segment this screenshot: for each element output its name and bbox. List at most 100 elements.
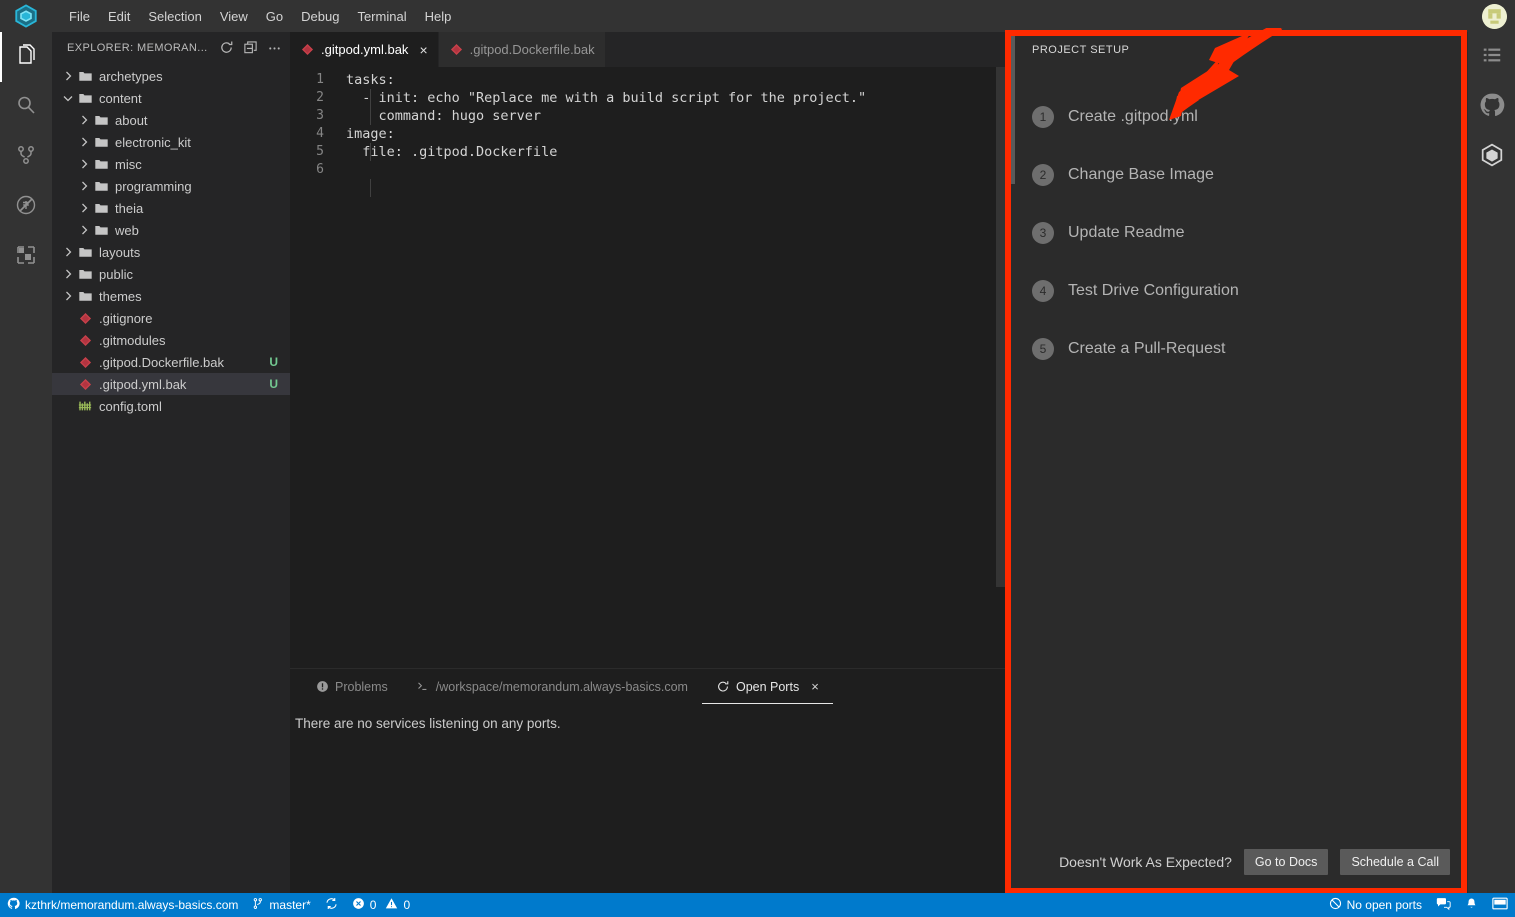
right-item-github[interactable] [1468,82,1515,132]
toml-file-icon [76,399,94,413]
setup-step-1[interactable]: 1 Create .gitpod.yml [1010,88,1468,146]
line-number: 3 [316,108,324,123]
chevron-right-icon[interactable] [76,109,92,131]
status-error-count: 0 [369,898,377,912]
close-icon[interactable]: × [811,679,819,694]
menu-go[interactable]: Go [257,5,292,28]
activity-item-extensions[interactable] [0,232,52,282]
folder-icon [92,201,110,216]
chevron-right-icon[interactable] [60,65,76,87]
tree-item-gitpod-dockerfile-bak[interactable]: .gitpod.Dockerfile.bak U [52,351,290,373]
tree-item-content[interactable]: content [52,87,290,109]
menu-selection[interactable]: Selection [139,5,210,28]
yaml-file-icon [301,43,314,56]
right-item-gitpod[interactable] [1468,132,1515,182]
menu-debug[interactable]: Debug [292,5,348,28]
menu-edit[interactable]: Edit [99,5,139,28]
activity-item-debug[interactable] [0,182,52,232]
schedule-a-call-button[interactable]: Schedule a Call [1340,849,1450,875]
editor-content[interactable]: 1 tasks: 2 - init: echo "Replace me with a… [290,67,1010,668]
ellipsis-icon[interactable] [267,40,282,55]
collapse-all-icon[interactable] [243,40,258,55]
tree-item-gitmodules[interactable]: .gitmodules [52,329,290,351]
chevron-right-icon[interactable] [60,285,76,307]
refresh-icon[interactable] [219,40,234,55]
chevron-right-icon[interactable] [76,131,92,153]
tree-item-themes[interactable]: themes [52,285,290,307]
menu-terminal[interactable]: Terminal [348,5,415,28]
chevron-right-icon[interactable] [60,263,76,285]
project-setup-panel: PROJECT SETUP 1 Create .gitpod.yml 2 Change… [1010,32,1468,893]
editor-scrollbar[interactable] [996,67,1010,668]
tree-item-theia[interactable]: theia [52,197,290,219]
tree-item-config-toml[interactable]: config.toml [52,395,290,417]
tree-item-public[interactable]: public [52,263,290,285]
tree-item-label: themes [99,288,142,304]
tree-item-gitpod-yml-bak[interactable]: .gitpod.yml.bak U [52,373,290,395]
panel-tab-problems[interactable]: Problems [302,669,402,704]
menu-help[interactable]: Help [416,5,461,28]
chevron-right-icon[interactable] [76,153,92,175]
indent-guide [370,179,371,197]
editor-scrollbar-thumb[interactable] [996,67,1010,587]
setup-step-4[interactable]: 4 Test Drive Configuration [1010,262,1468,320]
panel-tab-label: Open Ports [735,679,800,694]
status-feedback[interactable] [1429,893,1458,917]
folder-icon [92,135,110,150]
status-bar-left: kzthrk/memorandum.always-basics.com mast… [0,893,417,917]
panel-tab-open-ports[interactable]: Open Ports × [702,669,833,704]
folder-icon [76,289,94,304]
activity-item-search[interactable] [0,82,52,132]
status-layout[interactable] [1485,893,1515,917]
setup-scrollbar-thumb[interactable] [1010,32,1015,184]
activity-item-explorer[interactable] [0,32,52,82]
source-control-icon [14,143,38,172]
chevron-down-icon[interactable] [60,87,76,109]
git-file-icon [76,378,94,391]
activity-item-source-control[interactable] [0,132,52,182]
editor-tab-gitpod-yml-bak[interactable]: .gitpod.yml.bak × [290,32,439,67]
editor-tab-gitpod-dockerfile-bak[interactable]: .gitpod.Dockerfile.bak [438,32,606,67]
status-bar-right: No open ports [1322,893,1515,917]
panel-tab-workspace-memorandum-always-basics-com[interactable]: /workspace/memorandum.always-basics.com [402,669,702,704]
status-notifications[interactable] [1458,893,1485,917]
tree-item-about[interactable]: about [52,109,290,131]
setup-scrollbar[interactable] [1010,32,1015,893]
explorer-sidebar: EXPLORER: MEMORAN... archetypes content … [52,32,290,893]
status-remote-repo[interactable]: kzthrk/memorandum.always-basics.com [0,893,245,917]
tree-item-electronic-kit[interactable]: electronic_kit [52,131,290,153]
tree-item-misc[interactable]: misc [52,153,290,175]
chevron-right-icon[interactable] [76,197,92,219]
chevron-right-icon[interactable] [76,219,92,241]
setup-step-5[interactable]: 5 Create a Pull-Request [1010,320,1468,378]
setup-step-3[interactable]: 3 Update Readme [1010,204,1468,262]
comment-icon [1436,897,1451,914]
tree-item-gitignore[interactable]: .gitignore [52,307,290,329]
status-errors-warnings[interactable]: 0 0 [345,893,417,917]
ports-refresh-icon [716,680,730,693]
menu-view[interactable]: View [211,5,257,28]
tree-item-programming[interactable]: programming [52,175,290,197]
status-branch[interactable]: master* [245,893,317,917]
tree-item-label: layouts [99,244,141,260]
tree-item-archetypes[interactable]: archetypes [52,65,290,87]
user-avatar[interactable] [1482,4,1507,29]
step-label: Change Base Image [1068,166,1214,183]
go-to-docs-button[interactable]: Go to Docs [1243,849,1329,875]
chevron-right-icon[interactable] [60,241,76,263]
chevron-right-icon[interactable] [76,175,92,197]
menu-file[interactable]: File [60,5,99,28]
right-item-outline[interactable] [1468,32,1515,82]
tree-item-web[interactable]: web [52,219,290,241]
status-sync[interactable] [318,893,345,917]
tree-item-label: config.toml [99,398,162,414]
problems-icon [316,680,329,693]
setup-step-2[interactable]: 2 Change Base Image [1010,146,1468,204]
close-icon[interactable]: × [419,43,427,57]
status-remote-repo-label: kzthrk/memorandum.always-basics.com [25,898,239,912]
status-open-ports[interactable]: No open ports [1322,893,1429,917]
git-status-badge: U [269,355,278,369]
tree-item-layouts[interactable]: layouts [52,241,290,263]
code-line: 2 - init: echo "Replace me with a build … [290,89,1010,107]
gitpod-cube-icon[interactable] [0,0,52,32]
